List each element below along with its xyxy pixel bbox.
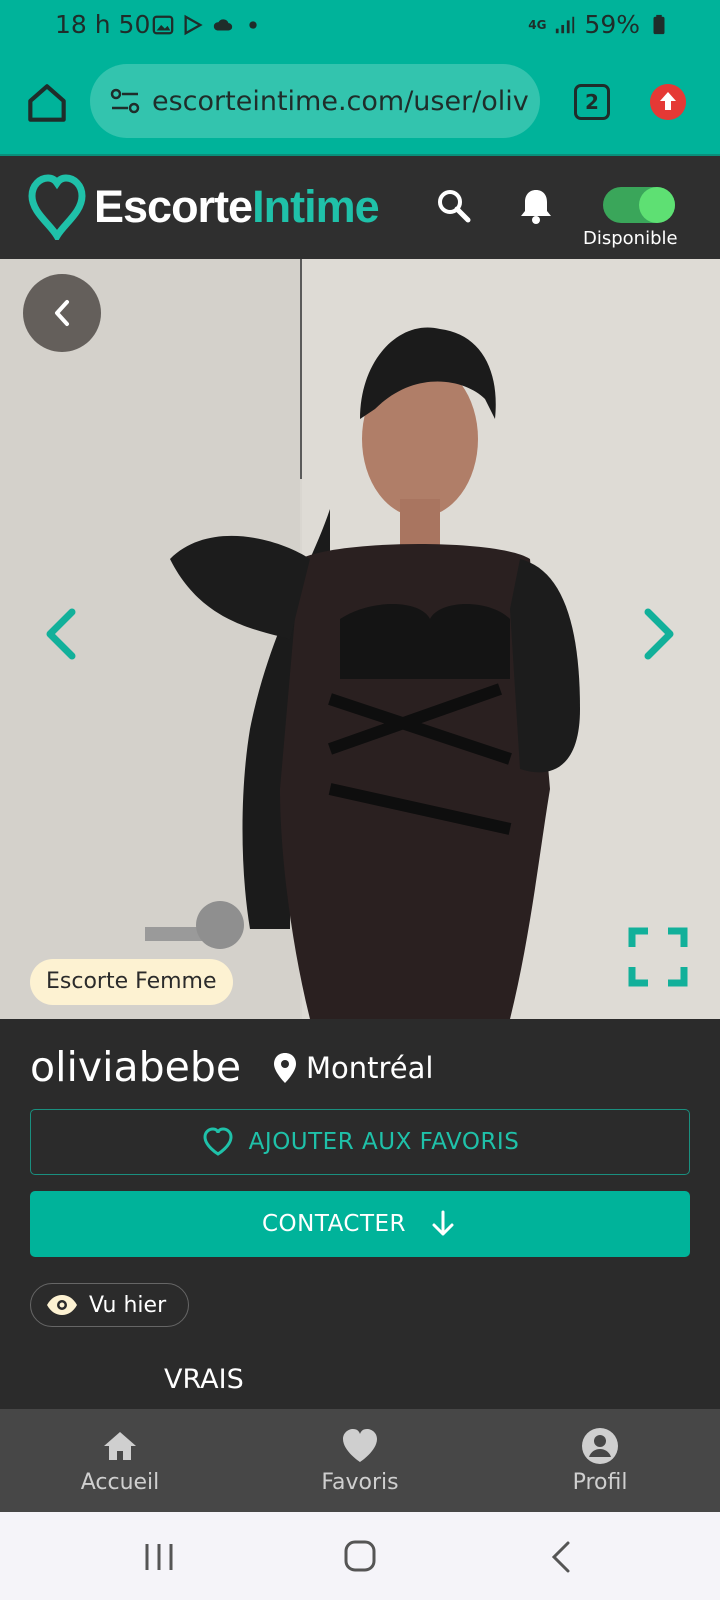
profile-photo: [0, 259, 720, 1019]
add-to-favorites-button[interactable]: AJOUTER AUX FAVORIS: [30, 1109, 690, 1175]
heart-outline-icon: [203, 1127, 233, 1156]
network-type: 4G: [528, 17, 547, 32]
contact-label: CONTACTER: [261, 1211, 407, 1237]
eye-icon: [47, 1295, 77, 1315]
bottom-navigation: Accueil Favoris Profil: [0, 1409, 720, 1512]
update-arrow-icon[interactable]: [650, 84, 686, 120]
cloud-icon: [213, 19, 233, 31]
logo-heart-pin-icon: [28, 174, 86, 240]
system-back-icon[interactable]: [542, 1540, 582, 1574]
profile-location: Montréal: [272, 1051, 433, 1085]
address-bar[interactable]: escorteintime.com/user/oliv: [90, 64, 540, 138]
home-circle-icon[interactable]: [340, 1540, 380, 1574]
profile-info: oliviabebe Montréal AJOUTER AUX FAVORIS …: [0, 1019, 720, 1409]
nav-item-favorites[interactable]: Favoris: [240, 1409, 480, 1512]
profile-username: oliviabebe: [30, 1043, 242, 1091]
nav-label-profile: Profil: [572, 1470, 628, 1495]
logo-text-escorte: Escorte: [94, 181, 253, 232]
bell-icon[interactable]: [516, 186, 556, 226]
category-badge: Escorte Femme: [30, 959, 233, 1005]
browser-home-icon[interactable]: [22, 78, 72, 128]
home-icon: [104, 1432, 136, 1460]
recent-apps-icon[interactable]: [139, 1540, 179, 1574]
nav-item-profile[interactable]: Profil: [480, 1409, 720, 1512]
tab-switcher-button[interactable]: 2: [574, 84, 610, 120]
fullscreen-icon[interactable]: [628, 927, 688, 987]
battery-percent: 59%: [584, 10, 640, 39]
search-icon[interactable]: [434, 186, 474, 226]
status-right: 4G 59%: [528, 10, 670, 39]
browser-toolbar: escorteintime.com/user/oliv 2: [0, 56, 720, 156]
site-settings-icon[interactable]: [108, 84, 142, 118]
user-icon: [582, 1428, 618, 1464]
site-logo[interactable]: EscorteIntime: [28, 174, 380, 240]
nav-item-home[interactable]: Accueil: [0, 1409, 240, 1512]
battery-icon: [653, 14, 665, 34]
location-text: Montréal: [306, 1051, 434, 1085]
system-navigation-bar: [0, 1512, 720, 1600]
play-store-icon: [184, 14, 203, 36]
nav-label-home: Accueil: [80, 1470, 160, 1495]
heart-icon: [343, 1429, 377, 1462]
notification-icons: [152, 14, 264, 36]
photo-gallery[interactable]: Escorte Femme: [0, 259, 720, 1019]
toggle-knob: [639, 187, 675, 223]
location-pin-icon: [274, 1053, 296, 1083]
status-time: 18 h 50: [55, 10, 151, 39]
favorites-label: AJOUTER AUX FAVORIS: [248, 1129, 520, 1155]
dot-icon: [249, 21, 257, 29]
gallery-back-button[interactable]: [23, 274, 101, 352]
last-seen-text: Vu hier: [89, 1292, 167, 1318]
chevron-left-icon: [55, 300, 69, 326]
contact-button[interactable]: CONTACTER: [30, 1191, 690, 1257]
section-heading: VRAIS: [164, 1364, 244, 1395]
availability-label: Disponible: [583, 228, 678, 249]
site-header: EscorteIntime Disponible: [0, 156, 720, 259]
previous-photo-icon[interactable]: [40, 604, 80, 664]
last-seen-badge: Vu hier: [30, 1283, 190, 1327]
url-text: escorteintime.com/user/oliv: [152, 85, 529, 117]
nav-label-favorites: Favoris: [321, 1470, 399, 1495]
status-bar: 18 h 50 4G 59%: [0, 0, 720, 56]
signal-icon: [556, 16, 575, 33]
next-photo-icon[interactable]: [640, 604, 680, 664]
gallery-icon: [152, 15, 174, 35]
logo-text-intime: Intime: [252, 181, 380, 232]
arrow-down-icon: [432, 1210, 454, 1236]
availability-toggle[interactable]: [603, 187, 675, 223]
